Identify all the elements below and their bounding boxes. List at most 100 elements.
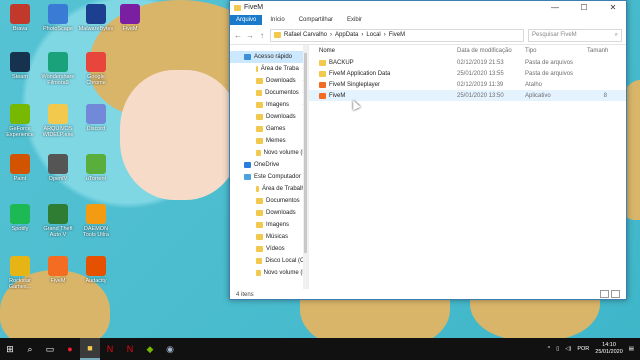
clock[interactable]: 14:10 25/01/2020 xyxy=(595,342,623,356)
app-icon xyxy=(86,104,106,124)
sidebar-item[interactable]: OneDrive xyxy=(230,159,308,171)
netflix-icon[interactable]: N xyxy=(120,338,140,360)
sidebar-item[interactable]: Documentos xyxy=(230,195,308,207)
task-view-icon[interactable]: ▭ xyxy=(40,338,60,360)
sidebar-item[interactable]: Este Computador xyxy=(230,171,308,183)
sidebar-item[interactable]: Músicas xyxy=(230,231,308,243)
desktop-icon[interactable]: Grand Theft Auto V xyxy=(40,204,76,238)
sidebar-item[interactable]: Acesso rápido xyxy=(230,51,308,63)
folder-icon xyxy=(274,32,281,38)
tray-chevron-icon[interactable]: ^ xyxy=(548,346,551,352)
search-input[interactable]: Pesquisar FiveM ⌕ xyxy=(528,28,622,42)
start-windows-icon[interactable]: ⊞ xyxy=(0,338,20,360)
desktop-icon[interactable]: Steam xyxy=(2,52,38,80)
language-indicator[interactable]: POR xyxy=(577,346,589,352)
file-row[interactable]: FiveM Application Data 25/01/2020 13:55 Pa… xyxy=(309,68,626,79)
desktop-icon[interactable]: DAEMON Tools Ultra xyxy=(78,204,114,238)
shortcut-icon xyxy=(319,81,326,88)
column-date[interactable]: Data de modificação xyxy=(457,48,525,54)
tab-inicio[interactable]: Início xyxy=(264,15,290,25)
sidebar-item[interactable]: Documentos✦ xyxy=(230,87,308,99)
sidebar-item[interactable]: Novo volume (E: xyxy=(230,147,308,159)
file-row[interactable]: FiveM Singleplayer 02/12/2019 11:39 Atalho xyxy=(309,79,626,90)
desktop-icon[interactable]: Spotify xyxy=(2,204,38,232)
desktop-icon[interactable]: ARQUIVOS WIDELP.exe xyxy=(40,104,76,138)
large-icons-view-icon[interactable] xyxy=(611,290,620,298)
folder-icon xyxy=(256,126,263,132)
nvidia-icon[interactable]: ◆ xyxy=(140,338,160,360)
sidebar-item[interactable]: Área de Trabalho xyxy=(230,183,308,195)
app-icon xyxy=(10,204,30,224)
taskbar: ⊞ ⌕ ▭ ● ■ N N ◆ ◉ ^ ▯ ◁) POR 14:10 25/01… xyxy=(0,338,640,360)
desktop-icon[interactable]: Google Chrome xyxy=(78,52,114,86)
breadcrumb[interactable]: Rafael Carvalho › AppData › Local › FiveM xyxy=(270,28,524,42)
column-size[interactable]: Tamanh xyxy=(587,48,608,54)
forward-arrow-icon[interactable]: → xyxy=(246,31,254,40)
back-arrow-icon[interactable]: ← xyxy=(234,31,242,40)
breadcrumb-item[interactable]: Local xyxy=(366,32,380,38)
sidebar-item[interactable]: Imagens xyxy=(230,219,308,231)
file-explorer-icon[interactable]: ■ xyxy=(80,338,100,360)
maximize-button[interactable]: ☐ xyxy=(571,3,597,12)
minimize-button[interactable]: — xyxy=(542,3,568,12)
explorer-window[interactable]: FiveM — ☐ ✕ Arquivo Início Compartilhar … xyxy=(229,0,627,300)
folder-icon xyxy=(256,90,263,96)
app-icon xyxy=(86,204,106,224)
sidebar-item[interactable]: Imagens✦ xyxy=(230,99,308,111)
column-type[interactable]: Tipo xyxy=(525,48,587,54)
desktop-icon[interactable]: Brava xyxy=(2,4,38,32)
search-icon[interactable]: ⌕ xyxy=(20,338,40,360)
file-type: Pasta de arquivos xyxy=(525,70,574,77)
sidebar-item-label: Este Computador xyxy=(254,174,301,180)
desktop-icon[interactable]: OpenIV xyxy=(40,154,76,182)
desktop-icon[interactable]: GeForce Experience xyxy=(2,104,38,138)
desktop-icon[interactable]: MalwareBytes xyxy=(78,4,114,32)
sidebar-item[interactable]: Downloads xyxy=(230,207,308,219)
sidebar-item[interactable]: Games xyxy=(230,123,308,135)
desktop-icon-label: uTorrent xyxy=(85,176,107,182)
sidebar-item[interactable]: Vídeos xyxy=(230,243,308,255)
folder-icon xyxy=(256,186,259,192)
sidebar-item[interactable]: Disco Local (C:) xyxy=(230,255,308,267)
notifications-icon[interactable]: ▤ xyxy=(629,346,634,352)
close-button[interactable]: ✕ xyxy=(600,3,626,12)
desktop-icon[interactable]: Audacity xyxy=(78,256,114,284)
desktop-icon[interactable]: uTorrent xyxy=(78,154,114,182)
details-view-icon[interactable] xyxy=(600,290,609,298)
desktop-icon[interactable]: FiveM xyxy=(40,256,76,284)
folder-icon xyxy=(319,59,326,66)
tab-arquivo[interactable]: Arquivo xyxy=(230,15,263,25)
sidebar-item-label: Games xyxy=(266,126,286,132)
tab-exibir[interactable]: Exibir xyxy=(341,15,368,25)
sidebar-item[interactable]: Downloads xyxy=(230,111,308,123)
desktop-icon[interactable]: Wondershare Filmora9 xyxy=(40,52,76,86)
breadcrumb-item[interactable]: FiveM xyxy=(389,32,405,38)
folder-icon xyxy=(256,114,263,120)
desktop-icon[interactable]: FiveM xyxy=(112,4,148,32)
sidebar-item[interactable]: Downloads✦ xyxy=(230,75,308,87)
desktop-icon-label: Spotify xyxy=(11,226,29,232)
column-name[interactable]: Nome xyxy=(319,48,457,54)
opera-icon[interactable]: ● xyxy=(60,338,80,360)
steam-icon[interactable]: ◉ xyxy=(160,338,180,360)
volume-icon[interactable]: ◁) xyxy=(565,346,571,352)
desktop-icon-label: FiveM xyxy=(50,278,66,284)
network-icon[interactable]: ▯ xyxy=(556,346,559,352)
tab-compartilhar[interactable]: Compartilhar xyxy=(293,15,339,25)
sidebar-scrollbar[interactable] xyxy=(303,45,308,289)
sidebar-item[interactable]: Memes xyxy=(230,135,308,147)
desktop-icon[interactable]: Rockstar Games... xyxy=(2,256,38,290)
file-row[interactable]: BACKUP 02/12/2019 21:53 Pasta de arquivos xyxy=(309,57,626,68)
breadcrumb-item[interactable]: Rafael Carvalho xyxy=(284,32,327,38)
app-icon xyxy=(10,104,30,124)
desktop-icon[interactable]: Discord xyxy=(78,104,114,132)
up-arrow-icon[interactable]: ↑ xyxy=(258,31,266,40)
breadcrumb-item[interactable]: AppData xyxy=(335,32,358,38)
sidebar-item[interactable]: Novo volume (E: xyxy=(230,267,308,279)
desktop-icon[interactable]: Paint xyxy=(2,154,38,182)
title-bar[interactable]: FiveM — ☐ ✕ xyxy=(230,1,626,14)
sidebar-item-label: Downloads xyxy=(266,114,296,120)
netflix-icon[interactable]: N xyxy=(100,338,120,360)
desktop-icon[interactable]: PhotoScape xyxy=(40,4,76,32)
sidebar-item[interactable]: Área de Traba✦ xyxy=(230,63,308,75)
